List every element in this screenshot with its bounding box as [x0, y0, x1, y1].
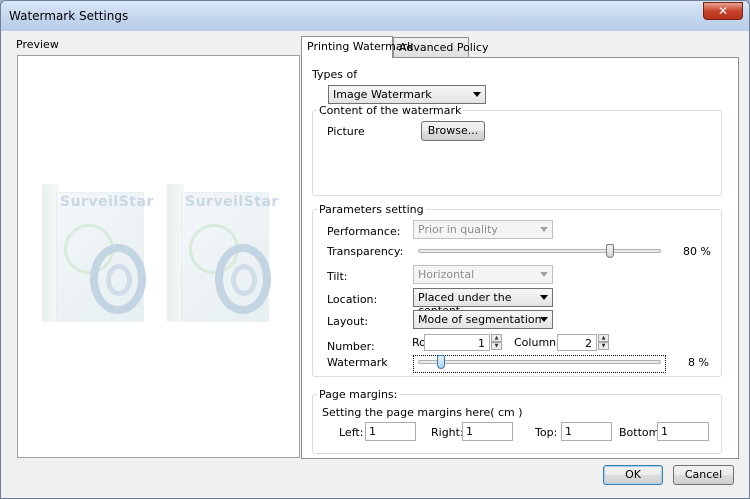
spin-down-icon[interactable]: ▼ — [491, 342, 502, 350]
tilt-label: Tilt: — [327, 270, 348, 283]
margins-group-title: Page margins: — [317, 388, 400, 401]
cancel-button[interactable]: Cancel — [673, 465, 734, 485]
title-bar: Watermark Settings ✕ — [1, 1, 749, 31]
preview-label: Preview — [16, 38, 59, 51]
row-stepper[interactable]: 1 — [424, 334, 490, 351]
location-label: Location: — [327, 293, 378, 306]
layout-label: Layout: — [327, 315, 369, 328]
watermark-slider-thumb[interactable] — [436, 355, 445, 369]
column-stepper-buttons[interactable]: ▲ ▼ — [598, 334, 609, 351]
types-label: Types of — [312, 68, 358, 81]
preview-panel: SurveilStar SurveilStar — [17, 55, 300, 458]
chevron-down-icon — [540, 295, 548, 300]
content-group — [312, 110, 722, 196]
printing-watermark-panel: Types of Image Watermark Content of the … — [301, 57, 739, 459]
number-label: Number: — [327, 340, 375, 353]
layout-select[interactable]: Mode of segmentation — [413, 310, 553, 329]
transparency-slider-track[interactable] — [418, 249, 661, 253]
tab-printing-watermark[interactable]: Printing Watermark — [301, 36, 413, 58]
watermark-settings-window: Watermark Settings ✕ Preview SurveilStar… — [0, 0, 750, 499]
product-box-image: SurveilStar — [167, 184, 278, 324]
dialog-body: Preview SurveilStar SurveilStar Printing… — [8, 31, 743, 492]
watermark-type-value: Image Watermark — [333, 88, 432, 101]
window-title: Watermark Settings — [9, 9, 129, 23]
spin-up-icon[interactable]: ▲ — [491, 334, 502, 342]
layout-value: Mode of segmentation — [418, 313, 542, 326]
parameters-group-title: Parameters setting — [317, 203, 426, 216]
watermark-type-select[interactable]: Image Watermark — [328, 85, 486, 104]
right-margin-input[interactable]: 1 — [462, 422, 513, 441]
performance-label: Performance: — [327, 225, 401, 238]
transparency-value: 80 % — [683, 245, 711, 258]
spin-down-icon[interactable]: ▼ — [598, 342, 609, 350]
chevron-down-icon — [540, 317, 548, 322]
tilt-select[interactable]: Horizontal — [413, 265, 553, 284]
tilt-value: Horizontal — [418, 268, 475, 281]
column-stepper[interactable]: 2 — [557, 334, 597, 351]
watermark-slider-focus — [413, 355, 666, 373]
watermark-value: 8 % — [688, 356, 709, 369]
chevron-down-icon — [540, 227, 548, 232]
left-margin-input[interactable]: 1 — [365, 422, 416, 441]
spin-up-icon[interactable]: ▲ — [598, 334, 609, 342]
picture-label: Picture — [327, 125, 365, 138]
transparency-slider-thumb[interactable] — [606, 244, 614, 258]
preview-brand-text: SurveilStar — [60, 194, 154, 210]
browse-button[interactable]: Browse... — [421, 121, 485, 141]
chevron-down-icon — [473, 92, 481, 97]
transparency-label: Transparency: — [327, 245, 404, 258]
location-select[interactable]: Placed under the content — [413, 288, 553, 317]
column-label: Column — [514, 336, 557, 349]
performance-value: Prior in quality — [418, 223, 498, 236]
watermark-slider-track[interactable] — [418, 360, 661, 364]
top-margin-label: Top: — [535, 426, 558, 439]
chevron-down-icon — [540, 272, 548, 277]
ok-button[interactable]: OK — [603, 465, 663, 485]
preview-brand-text: SurveilStar — [185, 194, 279, 210]
bottom-margin-input[interactable]: 1 — [657, 422, 709, 441]
row-stepper-buttons[interactable]: ▲ ▼ — [491, 334, 502, 351]
performance-select[interactable]: Prior in quality — [413, 220, 553, 239]
right-margin-label: Right: — [431, 426, 464, 439]
left-margin-label: Left: — [339, 426, 364, 439]
close-button[interactable]: ✕ — [703, 2, 743, 20]
product-box-image: SurveilStar — [42, 184, 153, 324]
content-group-title: Content of the watermark — [317, 104, 464, 117]
margins-hint: Setting the page margins here( cm ) — [322, 406, 523, 419]
watermark-label: Watermark — [327, 356, 388, 369]
top-margin-input[interactable]: 1 — [561, 422, 612, 441]
